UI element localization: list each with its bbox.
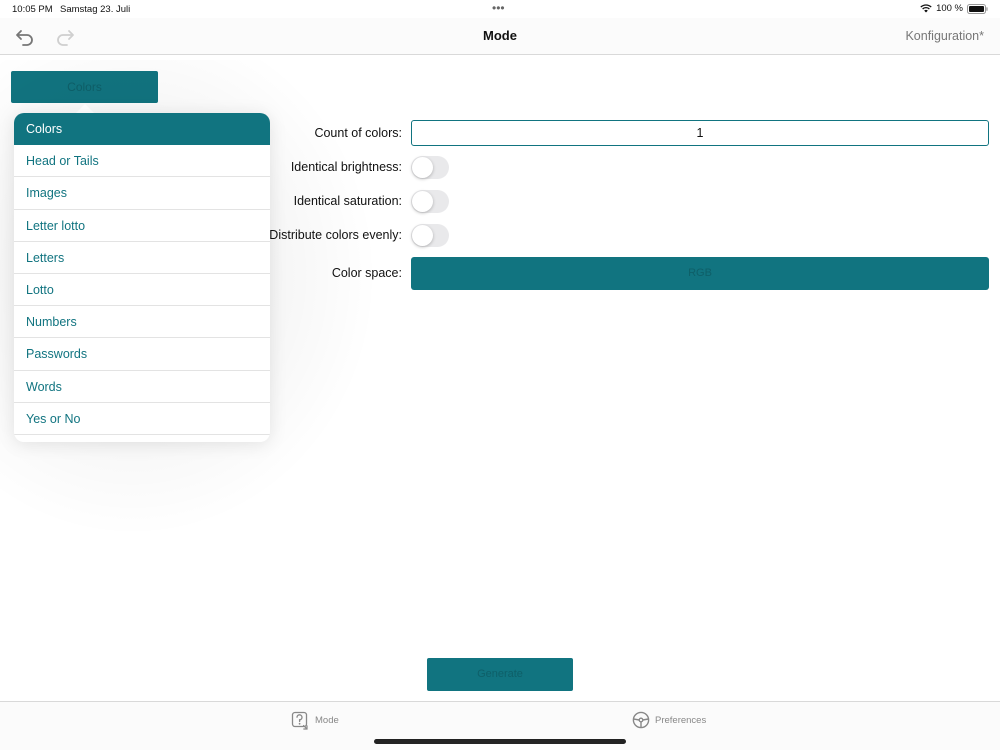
dice-question-icon	[291, 711, 308, 730]
menu-item-words[interactable]: Words	[14, 371, 270, 403]
count-of-colors-input[interactable]: 1	[411, 120, 989, 146]
configuration-button[interactable]: Konfiguration*	[905, 29, 984, 43]
toggle-knob	[412, 191, 433, 212]
status-bar: 10:05 PM Samstag 23. Juli ••• 100 %	[0, 0, 1000, 18]
menu-item-lotto[interactable]: Lotto	[14, 274, 270, 307]
toggle-knob	[412, 157, 433, 178]
multitasking-dots-icon[interactable]: •••	[492, 1, 505, 15]
menu-item-passwords[interactable]: Passwords	[14, 338, 270, 371]
mode-select-button[interactable]: Colors	[11, 71, 158, 103]
status-time: 10:05 PM	[12, 4, 53, 15]
navigation-bar: Mode Konfiguration*	[0, 18, 1000, 55]
home-indicator[interactable]	[374, 739, 626, 744]
color-space-button[interactable]: RGB	[411, 257, 989, 290]
status-date: Samstag 23. Juli	[60, 4, 131, 15]
menu-item-images[interactable]: Images	[14, 177, 270, 210]
steering-wheel-icon	[632, 711, 650, 729]
identical-saturation-label: Identical saturation:	[293, 194, 402, 208]
generate-button[interactable]: Generate	[427, 658, 573, 691]
battery-percent: 100 %	[936, 3, 963, 14]
distribute-colors-toggle[interactable]	[411, 224, 449, 247]
identical-brightness-label: Identical brightness:	[290, 160, 402, 174]
menu-item-colors[interactable]: Colors	[14, 113, 270, 146]
wifi-icon	[920, 4, 932, 13]
tab-preferences[interactable]: Preferences	[632, 711, 706, 729]
popover-arrow	[76, 104, 94, 113]
distribute-colors-label: Distribute colors evenly:	[269, 228, 402, 242]
menu-item-numbers[interactable]: Numbers	[14, 306, 270, 339]
identical-brightness-toggle[interactable]	[411, 156, 449, 179]
battery-icon	[967, 3, 988, 14]
menu-item-yes-or-no[interactable]: Yes or No	[14, 403, 270, 435]
identical-saturation-toggle[interactable]	[411, 190, 449, 213]
menu-item-letter-lotto[interactable]: Letter lotto	[14, 210, 270, 242]
menu-item-head-or-tails[interactable]: Head or Tails	[14, 145, 270, 178]
menu-item-letters[interactable]: Letters	[14, 242, 270, 274]
tab-mode-label: Mode	[315, 715, 339, 726]
color-space-label: Color space:	[331, 266, 402, 280]
tab-mode[interactable]: Mode	[291, 711, 339, 730]
count-of-colors-label: Count of colors:	[314, 126, 402, 140]
status-right: 100 %	[920, 3, 988, 14]
tab-preferences-label: Preferences	[655, 714, 707, 726]
page-title: Mode	[483, 28, 517, 43]
toggle-knob	[412, 225, 433, 246]
mode-popover-menu: Colors Head or Tails Images Letter lotto…	[14, 113, 270, 442]
